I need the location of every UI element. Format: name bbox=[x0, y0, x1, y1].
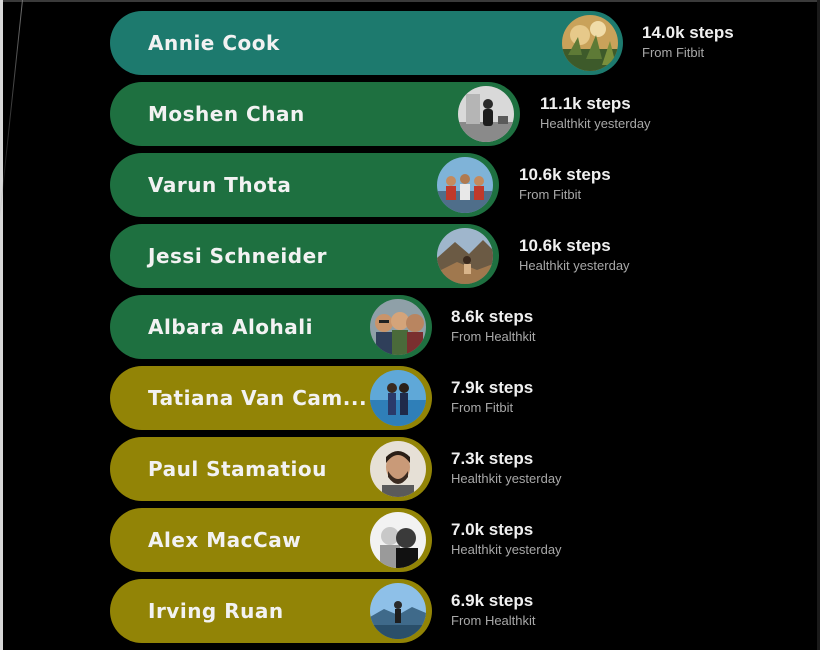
leaderboard-screen: Annie Cook 14.0k steps From Fitbit Moshe… bbox=[0, 0, 820, 650]
data-source: Healthkit yesterday bbox=[451, 542, 562, 557]
stats: 8.6k steps From Healthkit bbox=[451, 306, 536, 346]
left-border bbox=[0, 0, 3, 650]
data-source: From Healthkit bbox=[451, 329, 536, 344]
avatar-face-icon[interactable] bbox=[370, 441, 426, 497]
data-source: Healthkit yesterday bbox=[451, 471, 562, 486]
data-source: Healthkit yesterday bbox=[519, 258, 630, 273]
avatar-person-bw-icon[interactable] bbox=[458, 86, 514, 142]
step-count: 8.6k steps bbox=[451, 307, 534, 326]
stats: 14.0k steps From Fitbit bbox=[642, 22, 734, 62]
step-count: 7.9k steps bbox=[451, 378, 534, 397]
stats: 6.9k steps From Healthkit bbox=[451, 590, 536, 630]
user-name: Paul Stamatiou bbox=[148, 457, 327, 481]
data-source: From Fitbit bbox=[642, 45, 705, 60]
avatar-couple-water-icon[interactable] bbox=[370, 370, 426, 426]
user-name: Annie Cook bbox=[148, 31, 280, 55]
avatar-mountain-icon[interactable] bbox=[437, 228, 493, 284]
user-name: Moshen Chan bbox=[148, 102, 305, 126]
avatar-landscape-icon[interactable] bbox=[370, 583, 426, 639]
data-source: Healthkit yesterday bbox=[540, 116, 651, 131]
user-name: Varun Thota bbox=[148, 173, 292, 197]
data-source: From Fitbit bbox=[519, 187, 582, 202]
top-border bbox=[0, 0, 820, 2]
divider-line bbox=[0, 0, 23, 229]
user-name: Tatiana Van Cam... bbox=[148, 386, 368, 410]
stats: 11.1k steps Healthkit yesterday bbox=[540, 93, 651, 133]
avatar-group-sky-icon[interactable] bbox=[437, 157, 493, 213]
avatar-friends-icon[interactable] bbox=[370, 299, 426, 355]
stats: 7.0k steps Healthkit yesterday bbox=[451, 519, 562, 559]
step-count: 10.6k steps bbox=[519, 236, 611, 255]
step-count: 11.1k steps bbox=[540, 94, 631, 113]
step-count: 14.0k steps bbox=[642, 23, 734, 42]
data-source: From Fitbit bbox=[451, 400, 514, 415]
step-count: 7.0k steps bbox=[451, 520, 534, 539]
avatar-selfie-bw-icon[interactable] bbox=[370, 512, 426, 568]
data-source: From Healthkit bbox=[451, 613, 536, 628]
user-name: Albara Alohali bbox=[148, 315, 313, 339]
stats: 7.3k steps Healthkit yesterday bbox=[451, 448, 562, 488]
avatar-leaves-icon[interactable] bbox=[562, 15, 618, 71]
user-name: Alex MacCaw bbox=[148, 528, 302, 552]
stats: 10.6k steps Healthkit yesterday bbox=[519, 235, 630, 275]
stats: 10.6k steps From Fitbit bbox=[519, 164, 611, 204]
step-count: 6.9k steps bbox=[451, 591, 534, 610]
step-count: 10.6k steps bbox=[519, 165, 611, 184]
user-name: Irving Ruan bbox=[148, 599, 284, 623]
stats: 7.9k steps From Fitbit bbox=[451, 377, 533, 417]
user-name: Jessi Schneider bbox=[148, 244, 328, 268]
step-count: 7.3k steps bbox=[451, 449, 534, 468]
